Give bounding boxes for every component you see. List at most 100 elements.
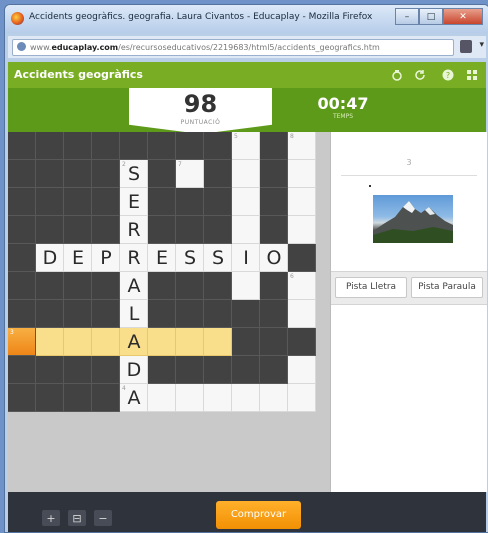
- crossword-cell[interactable]: [204, 328, 232, 356]
- timer-panel: 00:47 TEMPS: [298, 94, 388, 120]
- crossword-cell[interactable]: O: [260, 244, 288, 272]
- crossword-cell[interactable]: [232, 384, 260, 412]
- crossword-cell[interactable]: [36, 328, 64, 356]
- crossword-cell[interactable]: [288, 188, 316, 216]
- fullscreen-icon[interactable]: [389, 67, 405, 83]
- bottom-toolbar: + ⊟ − Comprovar: [8, 492, 486, 532]
- crossword-cell[interactable]: D: [36, 244, 64, 272]
- score-label: PUNTUACIÓ: [180, 119, 221, 126]
- crossword-cell[interactable]: [232, 188, 260, 216]
- crossword-block: [92, 132, 120, 160]
- crossword-cell[interactable]: 5: [232, 132, 260, 160]
- crossword-cell[interactable]: R: [120, 244, 148, 272]
- chevron-down-icon[interactable]: ▾: [479, 40, 484, 50]
- crossword-cell[interactable]: 2S: [120, 160, 148, 188]
- crossword-cell[interactable]: [232, 160, 260, 188]
- close-button[interactable]: ✕: [443, 8, 483, 25]
- help-icon[interactable]: ?: [440, 67, 456, 83]
- crossword-cell[interactable]: E: [148, 244, 176, 272]
- url-path: /es/recursoseducativos/2219683/html5/acc…: [118, 43, 380, 52]
- crossword-block: [64, 188, 92, 216]
- time-value: 00:47: [317, 94, 369, 113]
- crossword-cell[interactable]: [176, 328, 204, 356]
- crossword-block: [64, 356, 92, 384]
- crossword-block: [92, 160, 120, 188]
- crossword-block: [260, 328, 288, 356]
- crossword-cell[interactable]: 4A: [120, 384, 148, 412]
- crossword-cell[interactable]: [232, 216, 260, 244]
- crossword-board: 582S7ERDEPRESSIOA6L3AD4A: [8, 132, 330, 492]
- zoom-out-button[interactable]: −: [94, 510, 112, 526]
- letter-hint-button[interactable]: Pista Lletra: [335, 277, 407, 298]
- crossword-cell[interactable]: [260, 384, 288, 412]
- url-field[interactable]: www.educaplay.com/es/recursoseducativos/…: [12, 39, 454, 56]
- crossword-cell[interactable]: I: [232, 244, 260, 272]
- crossword-block: [204, 160, 232, 188]
- crossword-block: [232, 300, 260, 328]
- crossword-cell[interactable]: A: [120, 272, 148, 300]
- cell-letter: E: [155, 247, 168, 269]
- grid-icon[interactable]: [464, 67, 480, 83]
- crossword-cell[interactable]: 3: [8, 328, 36, 356]
- crossword-cell[interactable]: L: [120, 300, 148, 328]
- crossword-block: [176, 216, 204, 244]
- crossword-block: [148, 300, 176, 328]
- zoom-reset-button[interactable]: ⊟: [68, 510, 86, 526]
- crossword-block: [36, 356, 64, 384]
- crossword-cell[interactable]: [64, 328, 92, 356]
- crossword-block: [64, 300, 92, 328]
- crossword-cell[interactable]: [288, 300, 316, 328]
- crossword-block: [8, 356, 36, 384]
- crossword-cell[interactable]: [148, 328, 176, 356]
- crossword-block: [8, 132, 36, 160]
- check-button[interactable]: Comprovar: [216, 501, 301, 529]
- crossword-block: [92, 188, 120, 216]
- crossword-block: [232, 356, 260, 384]
- crossword-cell[interactable]: D: [120, 356, 148, 384]
- crossword-block: [92, 356, 120, 384]
- maximize-button[interactable]: □: [419, 8, 443, 25]
- crossword-cell[interactable]: P: [92, 244, 120, 272]
- restart-icon[interactable]: [412, 67, 428, 83]
- crossword-block: [8, 244, 36, 272]
- crossword-cell[interactable]: S: [204, 244, 232, 272]
- cell-letter: D: [42, 247, 58, 269]
- crossword-cell[interactable]: [232, 272, 260, 300]
- crossword-cell[interactable]: 6: [288, 272, 316, 300]
- crossword-block: [64, 216, 92, 244]
- crossword-block: [176, 132, 204, 160]
- activity-title: Accidents geogràfics: [14, 68, 143, 81]
- crossword-cell[interactable]: S: [176, 244, 204, 272]
- mountain-photo: [373, 195, 453, 243]
- page-tool-icon[interactable]: [460, 40, 472, 53]
- crossword-cell[interactable]: R: [120, 216, 148, 244]
- crossword-block: [92, 384, 120, 412]
- clue-number: 3: [406, 158, 412, 167]
- cell-letter: O: [266, 247, 282, 269]
- crossword-block: [92, 216, 120, 244]
- crossword-cell[interactable]: A: [120, 328, 148, 356]
- crossword-cell[interactable]: [148, 384, 176, 412]
- crossword-cell[interactable]: 8: [288, 132, 316, 160]
- zoom-in-button[interactable]: +: [42, 510, 60, 526]
- minimize-button[interactable]: –: [395, 8, 419, 25]
- crossword-cell[interactable]: [288, 384, 316, 412]
- word-hint-button[interactable]: Pista Paraula: [411, 277, 483, 298]
- crossword-block: [8, 188, 36, 216]
- crossword-block: [64, 384, 92, 412]
- clue-number-label: 7: [178, 161, 182, 168]
- crossword-cell[interactable]: [288, 356, 316, 384]
- crossword-cell[interactable]: 7: [176, 160, 204, 188]
- crossword-cell[interactable]: [176, 384, 204, 412]
- score-bar: 98 PUNTUACIÓ 00:47 TEMPS: [8, 88, 486, 134]
- crossword-block: [176, 300, 204, 328]
- crossword-cell[interactable]: [288, 160, 316, 188]
- crossword-cell[interactable]: [92, 328, 120, 356]
- crossword-cell[interactable]: E: [120, 188, 148, 216]
- crossword-cell[interactable]: [288, 216, 316, 244]
- cell-letter: A: [127, 331, 141, 353]
- crossword-cell[interactable]: E: [64, 244, 92, 272]
- crossword-cell[interactable]: [204, 384, 232, 412]
- score-panel: 98 PUNTUACIÓ: [129, 88, 272, 134]
- crossword-block: [260, 272, 288, 300]
